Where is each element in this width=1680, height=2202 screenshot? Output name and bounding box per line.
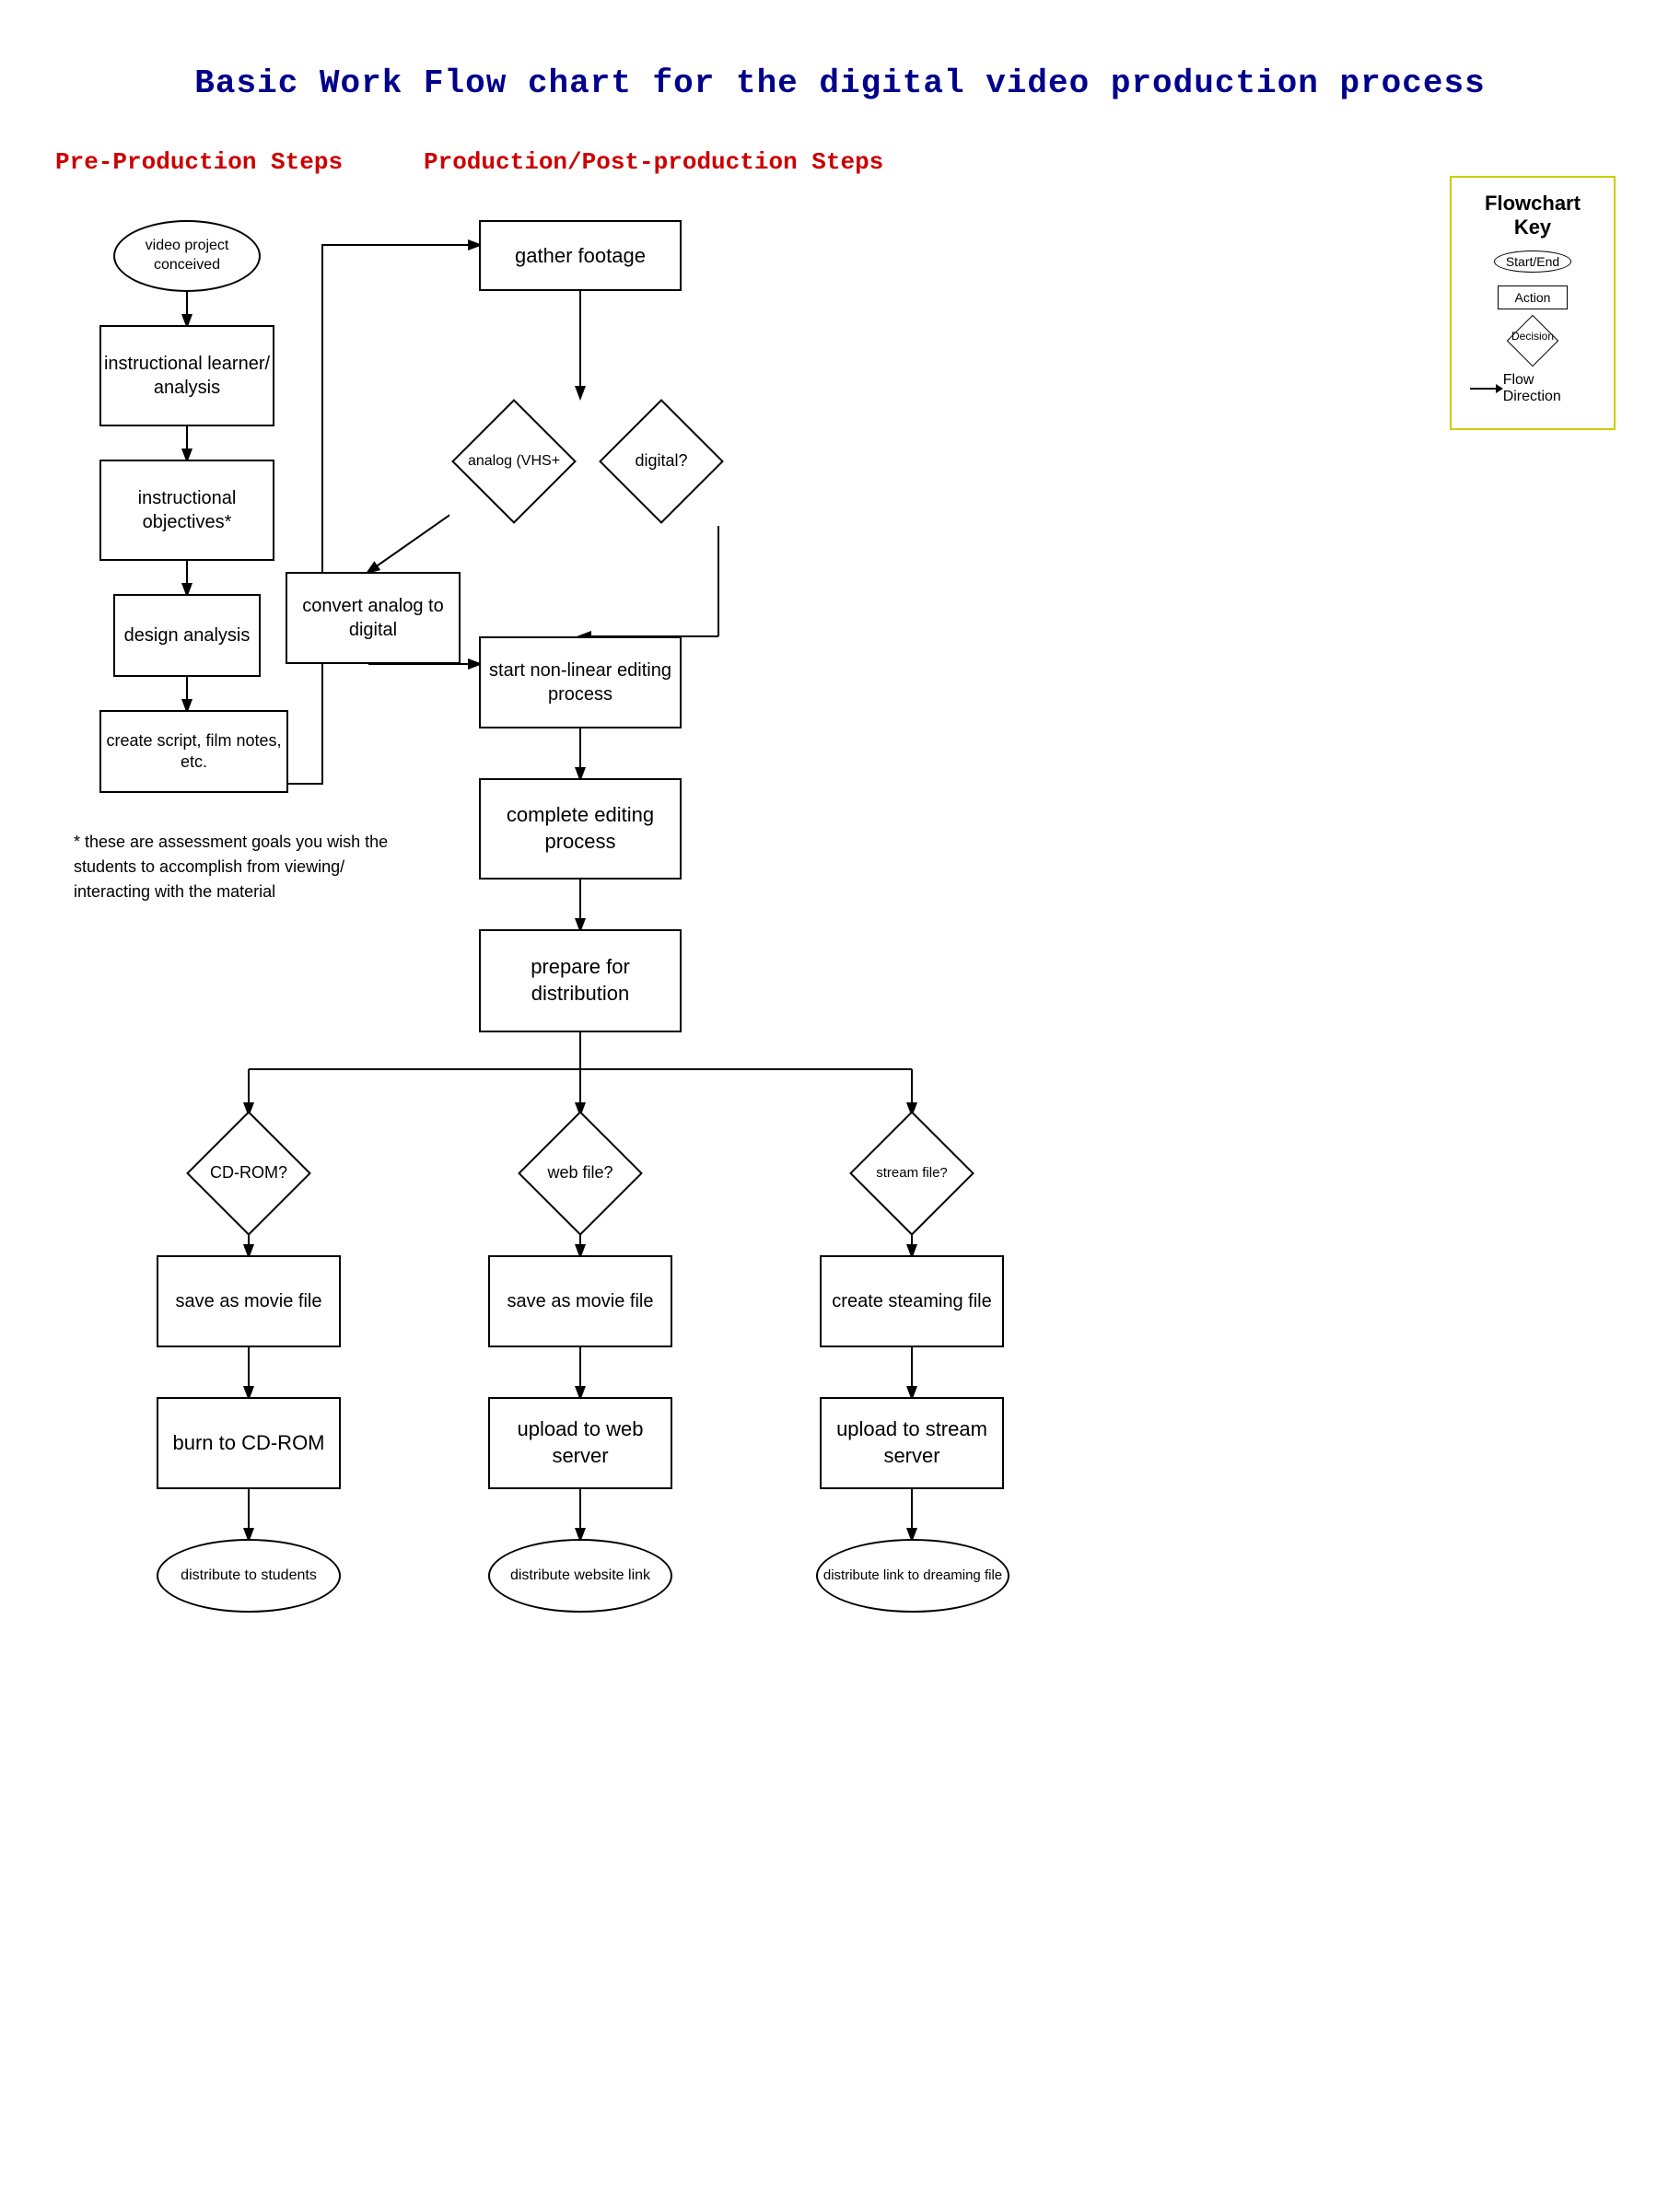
node-complete-editing: complete editing process bbox=[479, 778, 682, 880]
node-convert-analog: convert analog to digital bbox=[286, 572, 461, 664]
node-cdrom-decision: CD-ROM? bbox=[189, 1113, 309, 1233]
key-startend-shape: Start/End bbox=[1494, 250, 1571, 273]
node-instructional-learner: instructional learner/ analysis bbox=[99, 325, 274, 426]
node-stream-decision: stream file? bbox=[852, 1113, 972, 1233]
node-web-decision: web file? bbox=[520, 1113, 640, 1233]
node-distribute-website: distribute website link bbox=[488, 1539, 672, 1613]
key-title: Flowchart Key bbox=[1470, 192, 1595, 239]
key-startend: Start/End bbox=[1470, 250, 1595, 276]
main-title: Basic Work Flow chart for the digital vi… bbox=[55, 64, 1625, 102]
node-distribute-streaming: distribute link to dreaming file bbox=[816, 1539, 1009, 1613]
key-action-shape: Action bbox=[1498, 285, 1569, 309]
page: Basic Work Flow chart for the digital vi… bbox=[0, 0, 1680, 2202]
node-create-streaming: create steaming file bbox=[820, 1255, 1004, 1347]
node-create-script: create script, film notes, etc. bbox=[99, 710, 288, 793]
node-save-movie-cdrom: save as movie file bbox=[157, 1255, 341, 1347]
key-action: Action bbox=[1470, 285, 1595, 313]
node-distribute-students: distribute to students bbox=[157, 1539, 341, 1613]
node-instructional-objectives: instructional objectives* bbox=[99, 460, 274, 561]
node-save-movie-web: save as movie file bbox=[488, 1255, 672, 1347]
node-prepare-distribution: prepare for distribution bbox=[479, 929, 682, 1032]
key-flow-shape: Flow Direction bbox=[1470, 372, 1595, 405]
flowchart-key: Flowchart Key Start/End Action Decision … bbox=[1450, 176, 1616, 430]
node-design-analysis: design analysis bbox=[113, 594, 261, 677]
key-decision-shape: Decision bbox=[1505, 322, 1560, 359]
node-burn-cdrom: burn to CD-ROM bbox=[157, 1397, 341, 1489]
node-upload-web: upload to web server bbox=[488, 1397, 672, 1489]
pre-production-header: Pre-Production Steps bbox=[55, 148, 343, 176]
key-decision: Decision bbox=[1470, 322, 1595, 363]
note-text: * these are assessment goals you wish th… bbox=[74, 830, 424, 904]
node-upload-stream: upload to stream server bbox=[820, 1397, 1004, 1489]
node-gather-footage: gather footage bbox=[479, 220, 682, 291]
node-video-project: video project conceived bbox=[113, 220, 261, 292]
node-digital-decision: digital? bbox=[597, 397, 726, 526]
flowchart-canvas: Flowchart Key Start/End Action Decision … bbox=[55, 185, 1625, 2165]
node-start-nonlinear: start non-linear editing process bbox=[479, 636, 682, 728]
key-flow: Flow Direction bbox=[1470, 372, 1595, 405]
production-header: Production/Post-production Steps bbox=[424, 148, 883, 176]
node-analog-decision: analog (VHS+ bbox=[449, 397, 578, 526]
